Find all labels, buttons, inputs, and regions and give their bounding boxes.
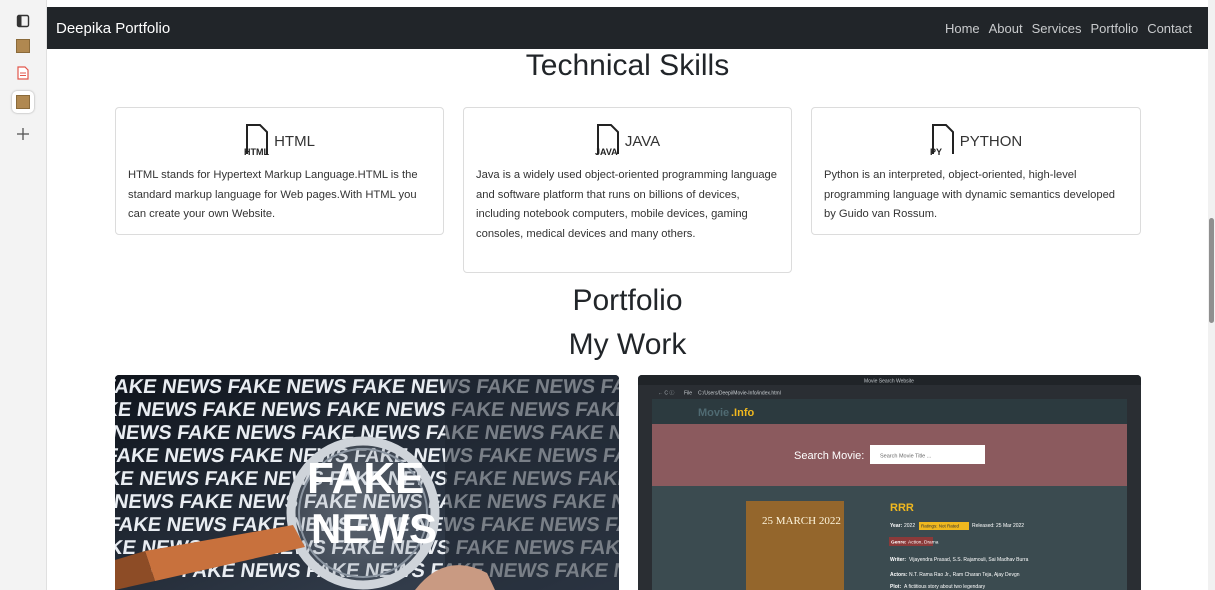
navbar: Deepika Portfolio Home About Services Po… bbox=[47, 7, 1208, 49]
skill-card-python: PY PYTHON Python is an interpreted, obje… bbox=[811, 107, 1141, 235]
nav-link-home[interactable]: Home bbox=[945, 21, 980, 36]
svg-text:Writer:: Writer: bbox=[890, 557, 906, 563]
svg-text:25 MARCH 2022: 25 MARCH 2022 bbox=[762, 515, 841, 527]
svg-text:Search Movie:: Search Movie: bbox=[794, 450, 864, 462]
skill-title: HTML bbox=[274, 133, 315, 150]
new-tab-plus-icon[interactable] bbox=[12, 123, 34, 145]
svg-text:JAVA: JAVA bbox=[595, 147, 618, 156]
portfolio-subheading: My Work bbox=[568, 328, 687, 361]
svg-text:HTML: HTML bbox=[244, 147, 269, 156]
skill-title: PYTHON bbox=[959, 133, 1023, 150]
svg-text:Released:: Released: bbox=[972, 523, 995, 529]
svg-text:Action, Drama: Action, Drama bbox=[908, 540, 939, 546]
skill-title: JAVA bbox=[624, 133, 661, 150]
svg-text:Ratings: Not Rated: Ratings: Not Rated bbox=[921, 524, 960, 529]
web-page: Deepika Portfolio Home About Services Po… bbox=[47, 7, 1208, 590]
skill-description: Java is a widely used object-oriented pr… bbox=[476, 169, 777, 240]
page-scrollbar[interactable] bbox=[1208, 0, 1215, 590]
python-file-icon: PY bbox=[930, 124, 954, 156]
svg-text:Actors:: Actors: bbox=[890, 572, 908, 578]
skill-description: HTML stands for Hypertext Markup Languag… bbox=[128, 169, 418, 220]
svg-text:2022: 2022 bbox=[904, 523, 915, 529]
svg-text:N.T. Rama Rao Jr., Ram Charan: N.T. Rama Rao Jr., Ram Charan Teja, Ajay… bbox=[909, 572, 1020, 578]
svg-text:Genre:: Genre: bbox=[891, 540, 907, 546]
portfolio-heading: Portfolio bbox=[572, 284, 683, 317]
svg-text:Vijayendra Prasad, S.S. Rajamo: Vijayendra Prasad, S.S. Rajamouli, Sai M… bbox=[909, 557, 1029, 563]
svg-text:25 Mar 2022: 25 Mar 2022 bbox=[996, 523, 1024, 529]
skill-description: Python is an interpreted, object-oriente… bbox=[824, 169, 1116, 220]
svg-text:RRR: RRR bbox=[890, 502, 914, 514]
fake-news-illustration: FAKE NEWS FAKE NEWS FAKE NEWS FAKE NEWS … bbox=[115, 375, 619, 590]
svg-text:FAKE: FAKE bbox=[307, 454, 424, 503]
nav-link-portfolio[interactable]: Portfolio bbox=[1090, 21, 1138, 36]
skill-card-header: HTML HTML bbox=[128, 120, 431, 156]
svg-text:NEWS: NEWS bbox=[311, 505, 437, 552]
skill-card-header: PY PYTHON bbox=[824, 120, 1128, 156]
tab-thumbnail-icon[interactable] bbox=[12, 35, 34, 57]
svg-text:A fictitious story about two l: A fictitious story about two legendary bbox=[904, 584, 986, 590]
nav-link-services[interactable]: Services bbox=[1032, 21, 1082, 36]
active-tab-thumbnail-icon[interactable] bbox=[12, 91, 34, 113]
svg-text:Movie: Movie bbox=[698, 407, 729, 419]
svg-text:PY: PY bbox=[930, 147, 942, 156]
html-file-icon: HTML bbox=[244, 124, 270, 156]
skill-card-header: JAVA JAVA bbox=[476, 120, 779, 156]
scrollbar-thumb[interactable] bbox=[1209, 218, 1214, 323]
movie-search-screenshot: Movie Search Website ← C ⓘ File C:/Users… bbox=[638, 375, 1141, 590]
svg-text:Search Movie Title ...: Search Movie Title ... bbox=[880, 454, 932, 460]
work-image-fake-news[interactable]: FAKE NEWS FAKE NEWS FAKE NEWS FAKE NEWS … bbox=[115, 375, 619, 590]
java-file-icon: JAVA bbox=[595, 124, 619, 156]
browser-sidebar bbox=[0, 0, 47, 590]
svg-text:Movie Search Website: Movie Search Website bbox=[864, 379, 914, 385]
navbar-brand[interactable]: Deepika Portfolio bbox=[56, 20, 170, 37]
svg-text:.Info: .Info bbox=[731, 407, 754, 419]
svg-text:File: File bbox=[684, 391, 692, 397]
svg-text:Year:: Year: bbox=[890, 523, 903, 529]
skill-card-java: JAVA JAVA Java is a widely used object-o… bbox=[463, 107, 792, 273]
nav-link-contact[interactable]: Contact bbox=[1147, 21, 1192, 36]
work-image-movie-search[interactable]: Movie Search Website ← C ⓘ File C:/Users… bbox=[638, 375, 1141, 590]
nav-link-about[interactable]: About bbox=[989, 21, 1023, 36]
nav-links: Home About Services Portfolio Contact bbox=[945, 21, 1192, 36]
pdf-tab-icon[interactable] bbox=[12, 62, 34, 84]
skills-heading: Technical Skills bbox=[525, 49, 730, 82]
svg-text:Plot:: Plot: bbox=[890, 584, 901, 590]
svg-text:C:/Users/Deepi/Movie-Info/inde: C:/Users/Deepi/Movie-Info/index.html bbox=[698, 391, 781, 397]
svg-text:← C ⓘ: ← C ⓘ bbox=[658, 390, 674, 397]
skill-card-html: HTML HTML HTML stands for Hypertext Mark… bbox=[115, 107, 444, 235]
sidebar-toggle-icon[interactable] bbox=[12, 10, 34, 32]
